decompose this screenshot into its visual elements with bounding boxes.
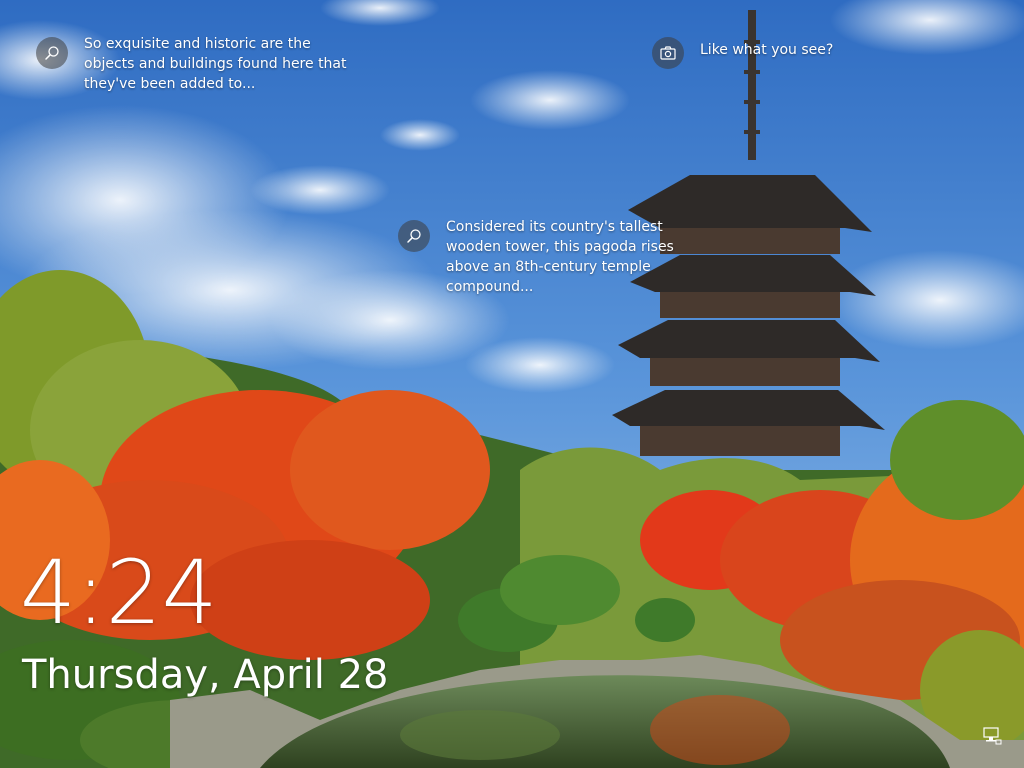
camera-icon[interactable] — [652, 37, 684, 69]
like-what-you-see-hotspot[interactable]: Like what you see? — [652, 37, 900, 69]
spotlight-hotspot[interactable]: Considered its country's tallest wooden … — [398, 217, 716, 297]
spotlight-hotspot[interactable]: So exquisite and historic are the object… — [36, 34, 354, 94]
clock-time: 4:24 — [20, 541, 218, 644]
search-icon[interactable] — [398, 220, 430, 252]
search-icon[interactable] — [36, 37, 68, 69]
network-icon[interactable] — [982, 727, 1002, 745]
hotspot-text[interactable]: So exquisite and historic are the object… — [84, 34, 354, 94]
clock-date: Thursday, April 28 — [22, 652, 389, 698]
hotspot-text[interactable]: Considered its country's tallest wooden … — [446, 217, 716, 297]
lock-screen[interactable]: So exquisite and historic are the object… — [0, 0, 1024, 768]
hotspot-text[interactable]: Like what you see? — [700, 40, 900, 60]
